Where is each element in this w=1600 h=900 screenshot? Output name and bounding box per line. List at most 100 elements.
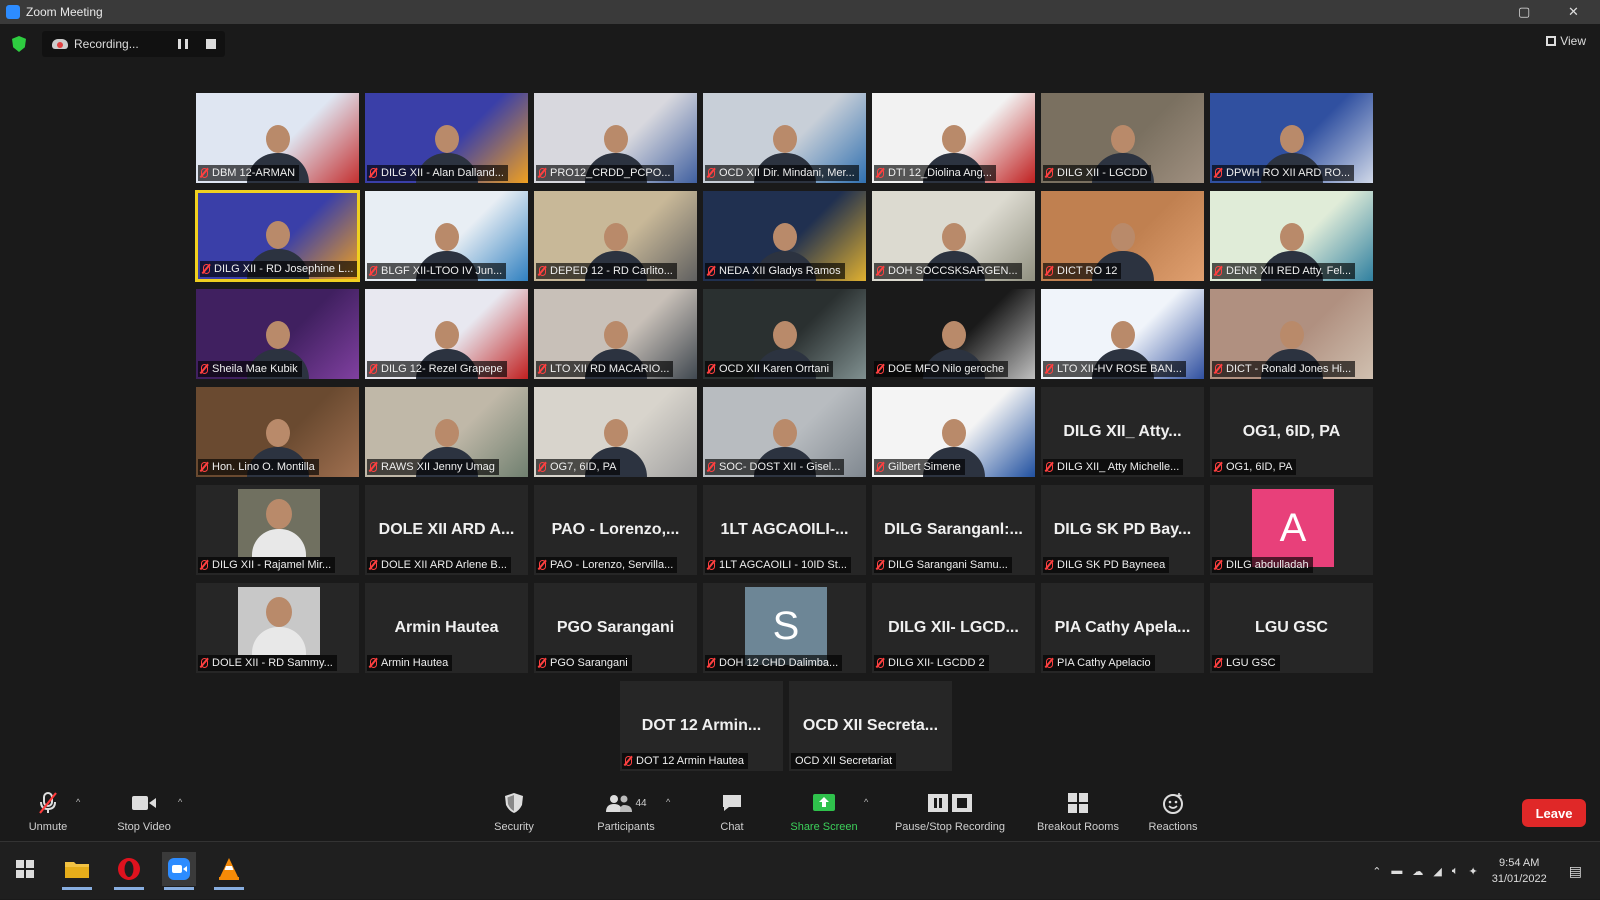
participant-tile[interactable]: OG1, 6ID, PA OG1, 6ID, PA: [1209, 386, 1374, 478]
participant-name-label: 1LT AGCAOILI - 10ID St...: [705, 557, 851, 573]
participant-tile[interactable]: OG7, 6ID, PA: [533, 386, 698, 478]
participant-tile[interactable]: DILG XII - RD Josephine L...: [195, 190, 360, 282]
participant-tile[interactable]: Armin Hautea Armin Hautea: [364, 582, 529, 674]
video-options-caret-icon[interactable]: ^: [178, 797, 182, 807]
participant-tile[interactable]: DOLE XII ARD A... DOLE XII ARD Arlene B..…: [364, 484, 529, 576]
close-icon[interactable]: ✕: [1568, 4, 1579, 20]
opera-browser-icon[interactable]: [112, 852, 146, 890]
participant-tile[interactable]: Sheila Mae Kubik: [195, 288, 360, 380]
participant-tile[interactable]: 1LT AGCAOILI-... 1LT AGCAOILI - 10ID St..…: [702, 484, 867, 576]
pause-recording-icon[interactable]: [178, 39, 188, 49]
leave-button[interactable]: Leave: [1522, 799, 1586, 827]
participant-name-label: DILG 12- Rezel Grapepe: [367, 361, 507, 377]
notifications-icon[interactable]: ▤: [1569, 863, 1582, 880]
audio-options-caret-icon[interactable]: ^: [76, 797, 80, 807]
stop-video-button[interactable]: Stop Video: [112, 791, 176, 833]
network-icon[interactable]: ◢: [1433, 865, 1441, 878]
participant-tile[interactable]: A DILG abdulladah: [1209, 484, 1374, 576]
participant-name-label: DILG XII - LGCDD: [1043, 165, 1152, 181]
vlc-player-icon[interactable]: [212, 852, 246, 890]
participant-name-label: DILG abdulladah: [1212, 557, 1313, 573]
view-button[interactable]: View: [1546, 34, 1586, 48]
muted-mic-icon: [877, 462, 884, 472]
participant-tile[interactable]: LTO XII-HV ROSE BAN...: [1040, 288, 1205, 380]
participant-tile[interactable]: NEDA XII Gladys Ramos: [702, 190, 867, 282]
security-button[interactable]: Security: [484, 791, 544, 833]
participant-tile[interactable]: OCD XII Secreta... OCD XII Secretariat: [788, 680, 953, 772]
participant-name: OCD XII Dir. Mindani, Mer...: [719, 167, 855, 179]
participant-tile[interactable]: PGO Sarangani PGO Sarangani: [533, 582, 698, 674]
participant-tile[interactable]: DILG XII_ Atty... DILG XII_ Atty Michelle…: [1040, 386, 1205, 478]
maximize-icon[interactable]: ▢: [1518, 4, 1530, 20]
reactions-button[interactable]: Reactions: [1144, 791, 1202, 833]
unmute-button[interactable]: Unmute: [22, 791, 74, 833]
muted-mic-icon: [1215, 364, 1222, 374]
recording-indicator: Recording...: [42, 31, 225, 57]
share-options-caret-icon[interactable]: ^: [864, 797, 868, 807]
participant-tile[interactable]: DOLE XII - RD Sammy...: [195, 582, 360, 674]
participant-tile[interactable]: DILG XII - Rajamel Mir...: [195, 484, 360, 576]
participant-tile[interactable]: DOE MFO Nilo geroche: [871, 288, 1036, 380]
breakout-rooms-button[interactable]: Breakout Rooms: [1030, 791, 1126, 833]
participant-tile[interactable]: RAWS XII Jenny Umag: [364, 386, 529, 478]
encryption-shield-icon[interactable]: [12, 36, 26, 52]
participant-name-label: PRO12_CRDD_PCPO...: [536, 165, 675, 181]
participant-tile[interactable]: OCD XII Dir. Mindani, Mer...: [702, 92, 867, 184]
onedrive-cloud-icon[interactable]: ☁: [1412, 865, 1423, 878]
participant-tile[interactable]: DILG Saranganl:... DILG Sarangani Samu...: [871, 484, 1036, 576]
participant-name-label: DOE MFO Nilo geroche: [874, 361, 1009, 377]
participant-tile[interactable]: DILG 12- Rezel Grapepe: [364, 288, 529, 380]
participant-tile[interactable]: OCD XII Karen Orrtani: [702, 288, 867, 380]
pause-stop-recording-button[interactable]: Pause/Stop Recording: [888, 791, 1012, 833]
participant-tile[interactable]: PRO12_CRDD_PCPO...: [533, 92, 698, 184]
muted-mic-icon: [539, 364, 546, 374]
participant-tile[interactable]: S DOH 12 CHD Dalimba...: [702, 582, 867, 674]
tray-chevron-up-icon[interactable]: ⌃: [1372, 865, 1381, 878]
participant-name: RAWS XII Jenny Umag: [381, 461, 495, 473]
participant-tile[interactable]: DILG XII - LGCDD: [1040, 92, 1205, 184]
participant-tile[interactable]: PAO - Lorenzo,... PAO - Lorenzo, Servilla…: [533, 484, 698, 576]
volume-icon[interactable]: 🔈︎: [1452, 865, 1459, 878]
tray-app-icon[interactable]: ▬: [1391, 865, 1402, 877]
participant-name-label: DTI 12_Diolina Ang...: [874, 165, 996, 181]
chat-button[interactable]: Chat: [712, 791, 752, 833]
participant-tile[interactable]: Gilbert Simene: [871, 386, 1036, 478]
muted-mic-icon: [1215, 658, 1222, 668]
participant-tile[interactable]: DBM 12-ARMAN: [195, 92, 360, 184]
participant-tile[interactable]: PIA Cathy Apela... PIA Cathy Apelacio: [1040, 582, 1205, 674]
participant-tile[interactable]: Hon. Lino O. Montilla: [195, 386, 360, 478]
participant-tile[interactable]: LGU GSC LGU GSC: [1209, 582, 1374, 674]
participant-tile[interactable]: DICT RO 12: [1040, 190, 1205, 282]
participant-tile[interactable]: SOC- DOST XII - Gisel...: [702, 386, 867, 478]
zoom-taskbar-icon[interactable]: [162, 852, 196, 890]
participant-tile[interactable]: DEPED 12 - RD Carlito...: [533, 190, 698, 282]
taskbar-clock[interactable]: 9:54 AM 31/01/2022: [1492, 855, 1547, 887]
participant-tile[interactable]: DICT - Ronald Jones Hi...: [1209, 288, 1374, 380]
file-explorer-icon[interactable]: [60, 852, 94, 890]
participant-tile[interactable]: LTO XII RD MACARIO...: [533, 288, 698, 380]
participant-tile[interactable]: DENR XII RED Atty. Fel...: [1209, 190, 1374, 282]
participants-options-caret-icon[interactable]: ^: [666, 797, 670, 807]
muted-mic-icon: [370, 658, 377, 668]
muted-mic-icon: [1046, 560, 1053, 570]
muted-mic-icon: [539, 560, 546, 570]
stop-recording-icon[interactable]: [206, 39, 216, 49]
participant-tile[interactable]: DOH SOCCSKSARGEN...: [871, 190, 1036, 282]
participant-name-label: DILG XII- LGCDD 2: [874, 655, 989, 671]
participant-tile[interactable]: DPWH RO XII ARD RO...: [1209, 92, 1374, 184]
participant-display-name: DILG Saranganl:...: [884, 521, 1023, 538]
clock-date: 31/01/2022: [1491, 873, 1547, 885]
participant-tile[interactable]: BLGF XII-LTOO IV Jun...: [364, 190, 529, 282]
muted-mic-icon: [370, 364, 377, 374]
participant-display-name: DILG XII- LGCD...: [888, 619, 1019, 636]
participant-tile[interactable]: DTI 12_Diolina Ang...: [871, 92, 1036, 184]
participant-tile[interactable]: DILG SK PD Bay... DILG SK PD Bayneea: [1040, 484, 1205, 576]
share-screen-button[interactable]: Share Screen: [786, 791, 862, 833]
participant-name-label: RAWS XII Jenny Umag: [367, 459, 499, 475]
windows-start-icon[interactable]: [8, 852, 42, 886]
participant-tile[interactable]: DOT 12 Armin... DOT 12 Armin Hautea: [619, 680, 784, 772]
dropbox-icon[interactable]: ✦: [1468, 865, 1477, 878]
participant-tile[interactable]: DILG XII- LGCD... DILG XII- LGCDD 2: [871, 582, 1036, 674]
participant-tile[interactable]: DILG XII - Alan Dalland...: [364, 92, 529, 184]
participants-button[interactable]: 44 Participants: [588, 791, 664, 833]
